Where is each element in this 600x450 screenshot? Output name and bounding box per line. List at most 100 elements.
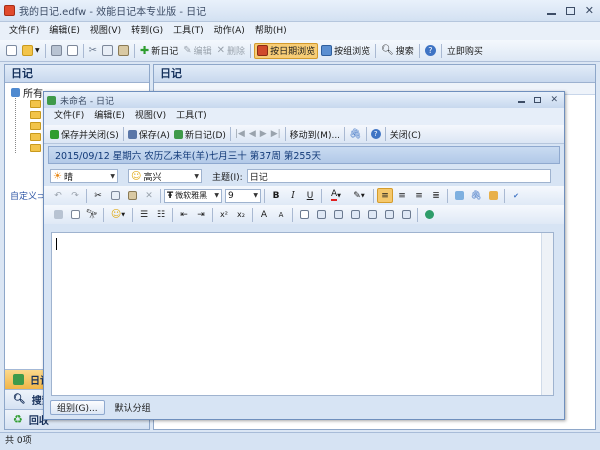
find-button[interactable]: 🔭︎ (84, 207, 100, 222)
prev-record-button[interactable]: ◀ (247, 126, 258, 142)
copy-button[interactable] (107, 188, 123, 203)
child-menu-file[interactable]: 文件(F) (49, 108, 89, 125)
bullet-list-button[interactable]: ☰ (136, 207, 152, 222)
group-button[interactable]: 组别(G)... (50, 399, 105, 415)
font-shrink-button[interactable]: A (273, 207, 289, 222)
table-props-icon (401, 210, 411, 219)
save-button[interactable]: 保存(A) (126, 126, 172, 142)
align-left-button[interactable]: ≡ (377, 188, 393, 203)
delete-label: 删除 (227, 47, 246, 57)
align-center-button[interactable]: ≡ (394, 188, 410, 203)
insert-attachment-button[interactable]: 🖇︎ (468, 188, 484, 203)
next-record-button[interactable]: ▶ (258, 126, 269, 142)
edit-button[interactable]: ✎ 编辑 (181, 43, 213, 59)
font-name-select[interactable]: Ŧ 微软雅黑 ▼ (164, 188, 222, 203)
save-close-button[interactable]: 保存并关闭(S) (48, 126, 121, 142)
child-minimize-icon[interactable] (518, 101, 526, 103)
diary-editor-window: 未命名 - 日记 ✕ 文件(F) 编辑(E) 视图(V) 工具(T) 保存并关闭… (43, 91, 565, 420)
child-close-icon[interactable]: ✕ (550, 95, 558, 105)
font-color-button[interactable]: A ▼ (325, 188, 347, 203)
subscript-button[interactable]: x₂ (233, 207, 249, 222)
first-record-button[interactable]: |◀ (233, 126, 247, 142)
font-grow-button[interactable]: A (256, 207, 272, 222)
paste-button[interactable] (124, 188, 140, 203)
mood-select[interactable]: ☺ 高兴 ▼ (128, 169, 202, 183)
table-merge-button[interactable] (347, 207, 363, 222)
diary-editor[interactable] (51, 232, 554, 396)
help-button[interactable]: ? (423, 43, 438, 59)
child-toolbar: 保存并关闭(S) 保存(A) 新日记(D) |◀ ◀ ▶ ▶| 移动到(M)..… (44, 125, 564, 144)
menu-tools[interactable]: 工具(T) (168, 22, 209, 40)
close-icon[interactable]: ✕ (585, 4, 594, 17)
child-help-button[interactable]: ? (369, 126, 383, 142)
menu-file[interactable]: 文件(F) (4, 22, 44, 40)
bold-button[interactable]: B (268, 188, 284, 203)
preview-button[interactable] (67, 207, 83, 222)
new-diary-child-button[interactable]: 新日记(D) (172, 126, 228, 142)
underline-button[interactable]: U (302, 188, 318, 203)
print-button[interactable] (50, 207, 66, 222)
minimize-icon[interactable] (546, 12, 556, 15)
attach-button[interactable]: 🖇︎ (347, 126, 364, 142)
emoticon-button[interactable]: ☺ ▼ (107, 207, 129, 222)
cut-button[interactable]: ✂ (90, 188, 106, 203)
vertical-scrollbar[interactable] (541, 233, 553, 395)
highlight-button[interactable]: ✎ ▼ (348, 188, 370, 203)
browse-by-date-button[interactable]: 按日期浏览 (254, 42, 319, 59)
paste-button[interactable] (116, 43, 131, 59)
insert-date-button[interactable] (421, 207, 437, 222)
weather-select[interactable]: ☀ 晴 ▼ (50, 169, 118, 183)
menu-view[interactable]: 视图(V) (85, 22, 126, 40)
table-col-button[interactable] (330, 207, 346, 222)
buy-now-button[interactable]: 立即购买 (445, 43, 485, 59)
browse-by-group-button[interactable]: 按组浏览 (319, 43, 372, 59)
status-bar: 共 0项 (0, 432, 600, 450)
last-record-button[interactable]: ▶| (269, 126, 283, 142)
maximize-icon[interactable] (565, 6, 575, 15)
print-button[interactable] (49, 43, 64, 59)
preview-button[interactable] (65, 43, 80, 59)
delete-button[interactable]: ✕ 删除 (215, 43, 247, 59)
floppy-icon (127, 129, 137, 139)
menu-help[interactable]: 帮助(H) (250, 22, 292, 40)
open-folder-icon (22, 45, 33, 56)
subject-input[interactable]: 日记 (246, 169, 551, 183)
insert-table-button[interactable] (296, 207, 312, 222)
spellcheck-button[interactable]: ✔ (508, 188, 524, 203)
open-button[interactable]: ▼ (20, 43, 42, 59)
copy-button[interactable] (100, 43, 115, 59)
toolbar-separator (321, 188, 322, 203)
numbered-list-button[interactable]: ☷ (153, 207, 169, 222)
search-button[interactable]: 🔍︎ 搜索 (379, 43, 416, 59)
table-props-button[interactable] (398, 207, 414, 222)
cut-button[interactable]: ✂ (87, 43, 99, 59)
table-row-button[interactable] (313, 207, 329, 222)
child-menu-tools[interactable]: 工具(T) (171, 108, 212, 125)
insert-link-button[interactable] (485, 188, 501, 203)
indent-decrease-button[interactable]: ⇤ (176, 207, 192, 222)
menu-action[interactable]: 动作(A) (209, 22, 250, 40)
table-delete-button[interactable] (381, 207, 397, 222)
italic-button[interactable]: I (285, 188, 301, 203)
font-size-select[interactable]: 9 ▼ (225, 188, 261, 203)
table-split-button[interactable] (364, 207, 380, 222)
child-maximize-icon[interactable] (534, 97, 542, 103)
menu-edit[interactable]: 编辑(E) (44, 22, 85, 40)
custom-link[interactable]: 自定义⊃ (10, 189, 45, 202)
new-file-button[interactable] (4, 43, 19, 59)
menu-goto[interactable]: 转到(G) (126, 22, 168, 40)
redo-button[interactable]: ↷ (67, 188, 83, 203)
undo-button[interactable]: ↶ (50, 188, 66, 203)
insert-image-button[interactable] (451, 188, 467, 203)
align-right-button[interactable]: ≡ (411, 188, 427, 203)
indent-increase-button[interactable]: ⇥ (193, 207, 209, 222)
child-menu-edit[interactable]: 编辑(E) (89, 108, 130, 125)
justify-button[interactable]: ≣ (428, 188, 444, 203)
new-diary-button[interactable]: ✚ 新日记 (138, 43, 180, 59)
move-to-button[interactable]: 移动到(M)... (288, 126, 342, 142)
child-menu-view[interactable]: 视图(V) (130, 108, 171, 125)
clear-button[interactable]: ✕ (141, 188, 157, 203)
superscript-button[interactable]: x² (216, 207, 232, 222)
close-button[interactable]: 关闭(C) (388, 126, 423, 142)
child-title: 未命名 - 日记 (60, 96, 114, 107)
